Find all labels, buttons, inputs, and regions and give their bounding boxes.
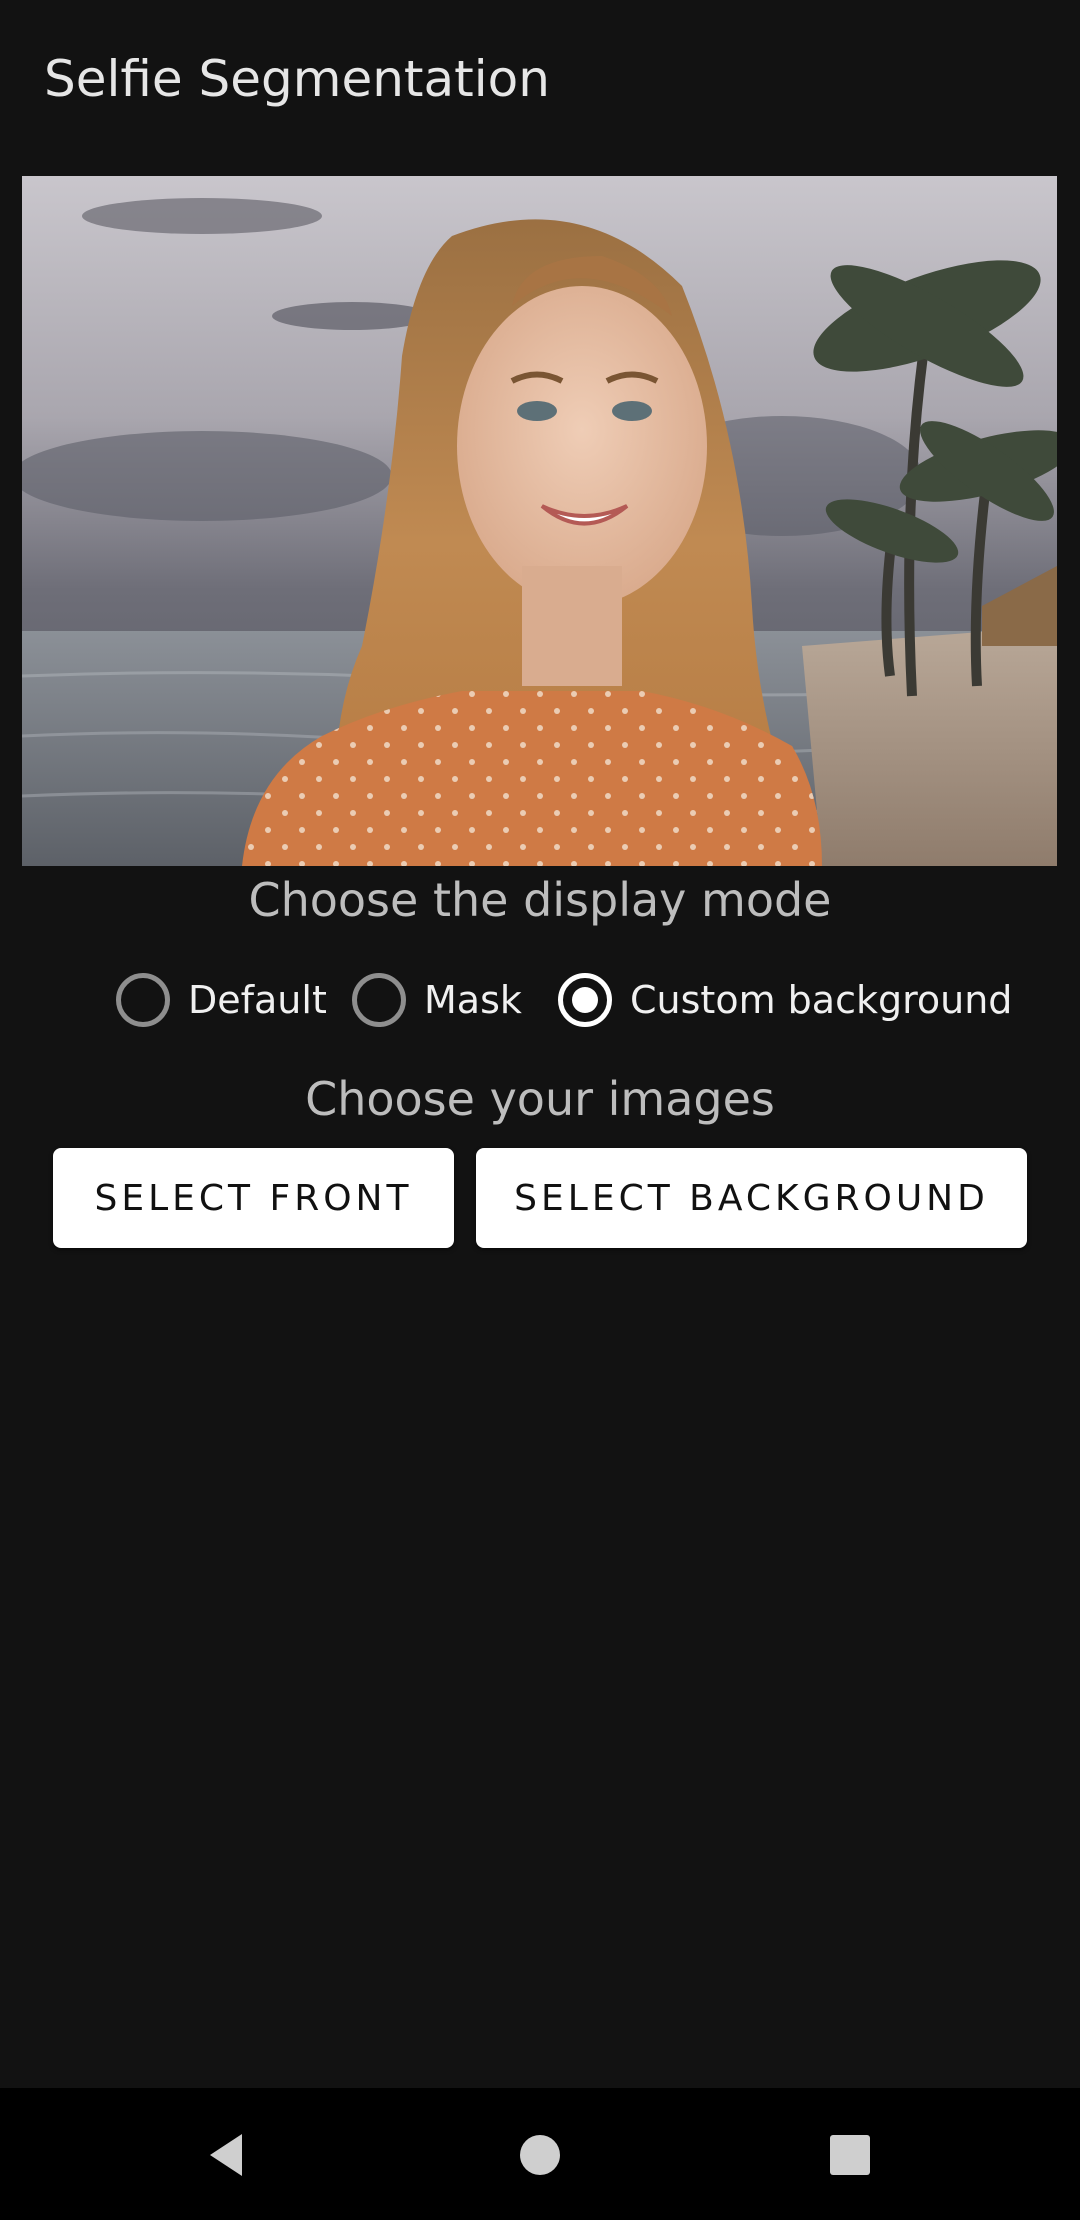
select-background-button[interactable]: SELECT BACKGROUND [476, 1148, 1027, 1248]
home-circle-icon[interactable] [513, 2128, 567, 2182]
back-triangle-icon[interactable] [200, 2128, 254, 2182]
radio-custom-background-label: Custom background [630, 978, 1013, 1022]
app-screen: Selfie Segmentation Choose the display m… [0, 0, 1080, 2220]
radio-unchecked-icon [116, 973, 170, 1027]
display-mode-label: Choose the display mode [248, 873, 832, 927]
select-front-button[interactable]: SELECT FRONT [53, 1148, 454, 1248]
radio-mask-label: Mask [424, 978, 522, 1022]
radio-unchecked-icon [352, 973, 406, 1027]
app-title: Selfie Segmentation [44, 50, 550, 108]
radio-custom-background[interactable]: Custom background [558, 968, 1012, 1032]
system-navigation-bar [0, 2088, 1080, 2220]
radio-mask[interactable]: Mask [352, 968, 522, 1032]
radio-default-label: Default [188, 978, 327, 1022]
preview-illustration [22, 176, 1057, 866]
recents-square-icon[interactable] [823, 2128, 877, 2182]
app-bar: Selfie Segmentation [0, 0, 1080, 160]
radio-checked-icon [558, 973, 612, 1027]
choose-images-label: Choose your images [305, 1072, 775, 1126]
radio-default[interactable]: Default [116, 968, 327, 1032]
display-mode-radio-group: Default Mask Custom background [0, 968, 1080, 1032]
segmentation-preview-image [22, 176, 1057, 866]
